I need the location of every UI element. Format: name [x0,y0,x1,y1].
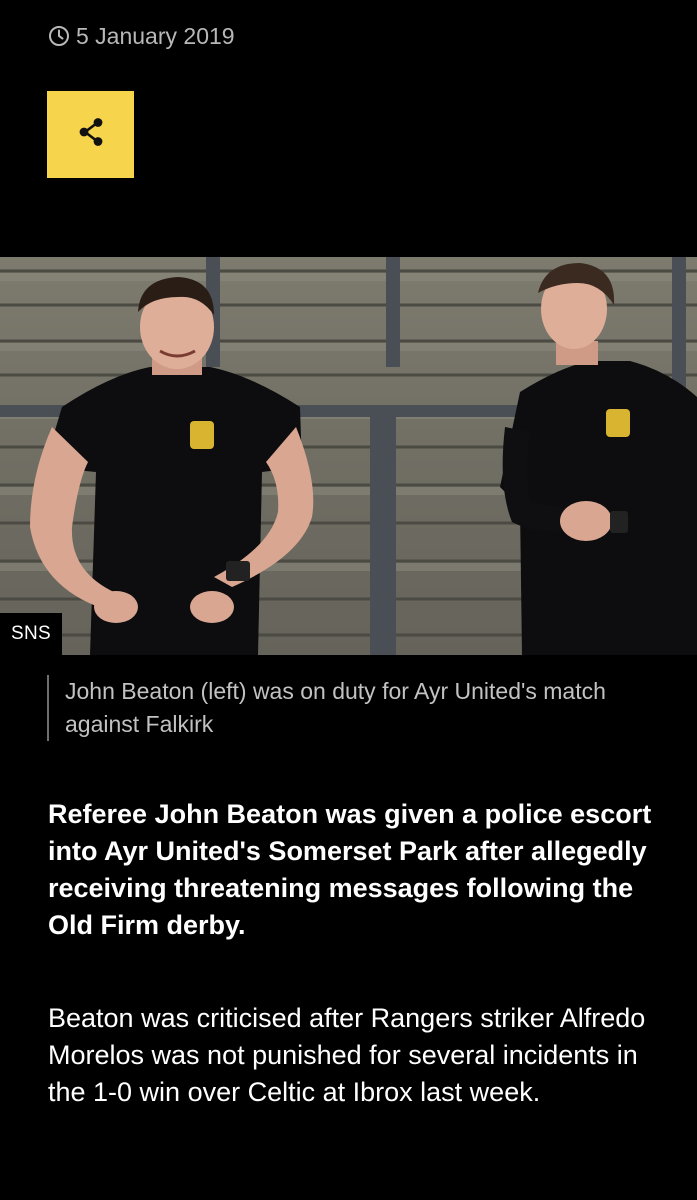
share-icon [76,115,106,154]
clock-icon [48,25,70,47]
share-button[interactable] [47,91,134,178]
article-photo [0,257,697,655]
article-intro: Referee John Beaton was given a police e… [48,799,652,940]
image-caption: John Beaton (left) was on duty for Ayr U… [47,675,685,741]
article-paragraph: Beaton was criticised after Rangers stri… [48,1003,646,1107]
article-date: 5 January 2019 [76,23,235,49]
image-credit: SNS [0,613,62,655]
article-date-row: 5 January 2019 [48,22,235,50]
